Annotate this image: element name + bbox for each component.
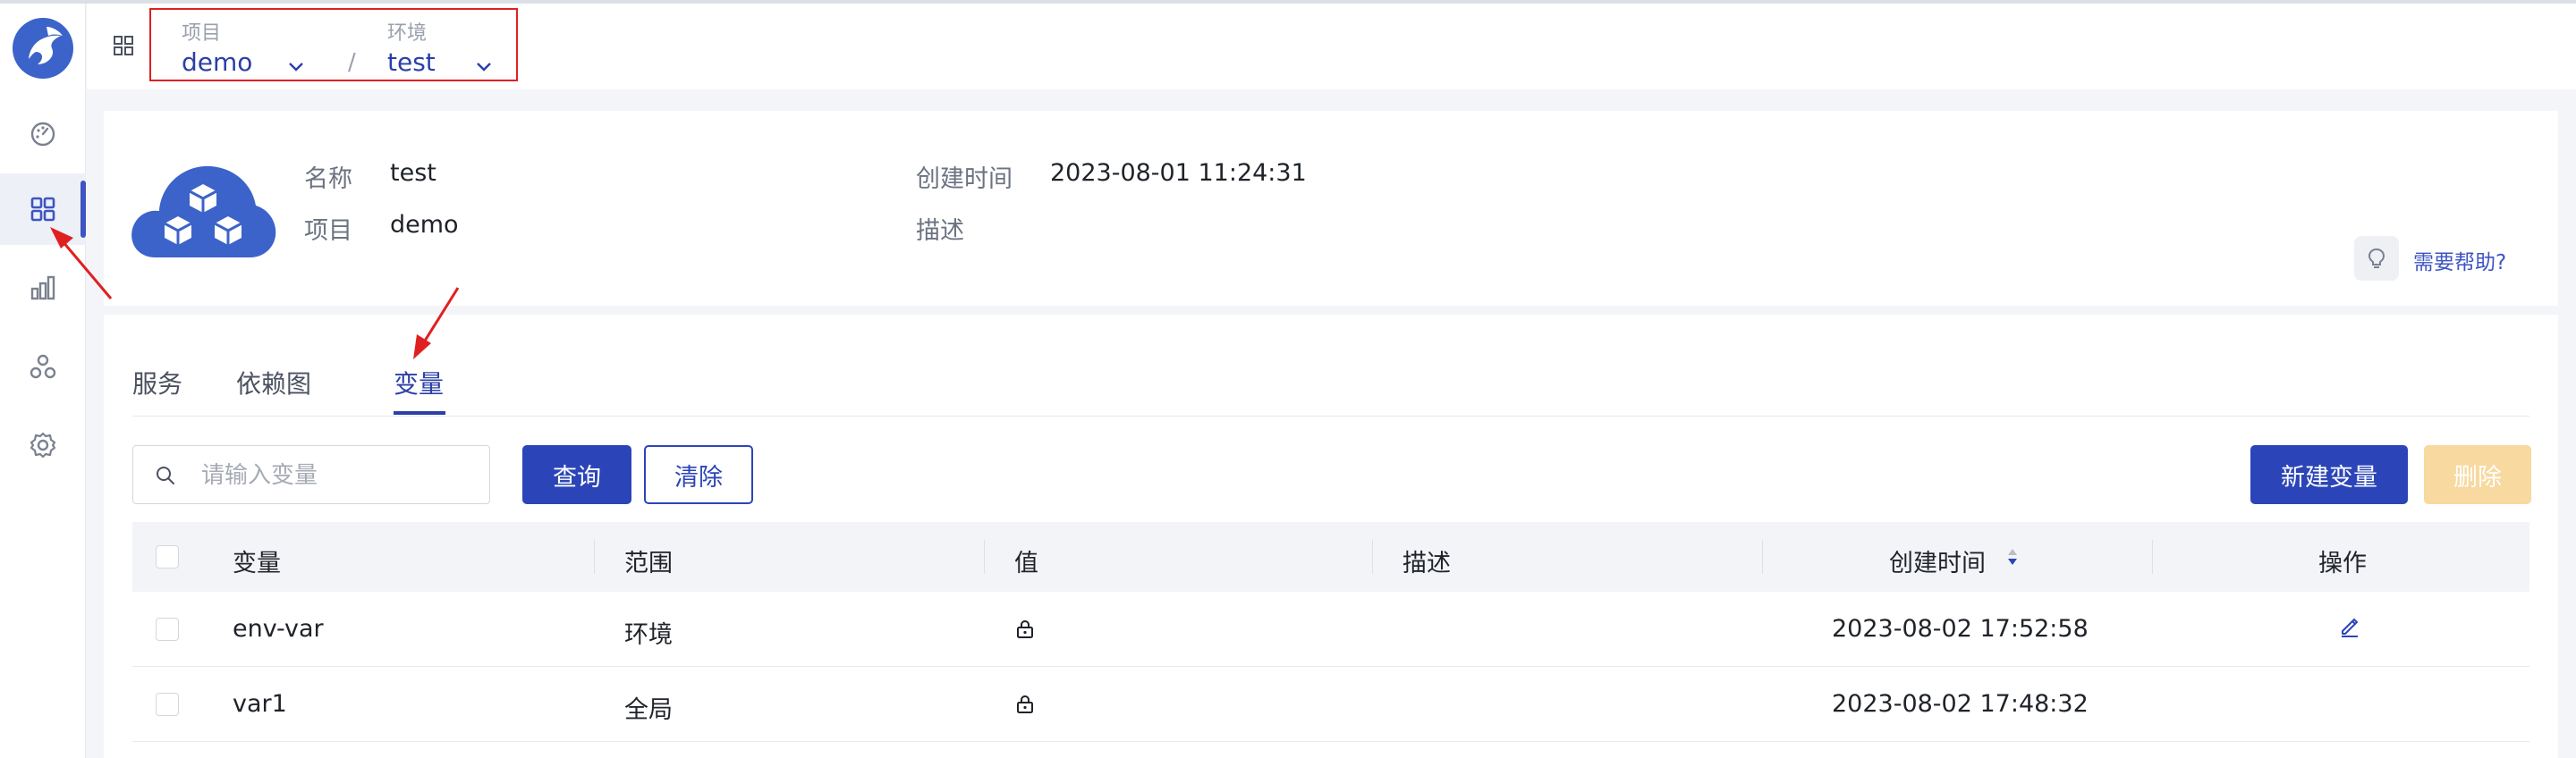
description-label: 描述 — [916, 217, 964, 245]
sidebar-item-settings[interactable] — [0, 409, 86, 481]
cell-scope: 全局 — [624, 696, 673, 724]
cell-variable: env-var — [233, 615, 324, 643]
sort-icon[interactable] — [2005, 545, 2020, 568]
cell-variable: var1 — [233, 690, 287, 718]
variable-search-box — [132, 445, 490, 504]
env-selector-label: 环境 — [387, 22, 428, 45]
project-value: demo — [390, 211, 459, 239]
column-separator — [1372, 540, 1373, 574]
cell-scope: 环境 — [624, 621, 673, 649]
cell-created-time: 2023-08-02 17:48:32 — [1832, 690, 2089, 718]
table-row: var1 全局 2023-08-02 17:48:32 — [132, 667, 2529, 742]
column-header-variable: 变量 — [233, 550, 281, 577]
select-all-checkbox[interactable] — [156, 545, 179, 568]
help-button[interactable] — [2354, 236, 2399, 281]
sidebar-item-cluster[interactable] — [0, 331, 86, 402]
environment-info-card: 名称 test 项目 demo 创建时间 2023-08-01 11:24:31… — [104, 111, 2558, 306]
sidebar-item-apps[interactable] — [0, 173, 86, 245]
column-separator — [984, 540, 985, 574]
table-header: 变量 范围 值 描述 创建时间 操作 — [132, 522, 2529, 592]
delete-button[interactable]: 删除 — [2424, 445, 2531, 504]
tab-bar: 服务 依赖图 变量 — [132, 315, 2529, 417]
top-header: 项目 demo / 环境 test — [87, 4, 2576, 89]
cluster-icon — [30, 354, 56, 379]
selector-separator: / — [348, 49, 356, 76]
column-header-value: 值 — [1014, 550, 1038, 577]
column-header-created-time[interactable]: 创建时间 — [1889, 543, 1986, 578]
sidebar-item-stats[interactable] — [0, 252, 86, 324]
main-content-card: 服务 依赖图 变量 查询 清除 新建变量 删除 变量 范围 值 描述 创建 — [104, 315, 2558, 758]
gear-icon — [30, 432, 56, 459]
column-header-description: 描述 — [1402, 550, 1451, 577]
apps-grid-icon — [30, 197, 55, 222]
help-link[interactable]: 需要帮助? — [2413, 245, 2506, 275]
cell-created-time: 2023-08-02 17:52:58 — [1832, 615, 2089, 643]
sidebar-item-dashboard[interactable] — [0, 98, 86, 170]
query-button[interactable]: 查询 — [522, 445, 631, 504]
name-value: test — [390, 159, 436, 187]
lock-icon — [1017, 695, 1033, 713]
row-checkbox[interactable] — [156, 618, 179, 641]
column-header-actions: 操作 — [2318, 550, 2367, 577]
cloud-cubes-icon — [131, 165, 276, 257]
column-header-scope: 范围 — [624, 550, 673, 577]
lock-icon — [1017, 619, 1033, 638]
table-row: env-var 环境 2023-08-02 17:52:58 — [132, 592, 2529, 667]
bar-chart-icon — [30, 275, 55, 300]
created-time-label: 创建时间 — [916, 165, 1013, 193]
tab-services[interactable]: 服务 — [132, 365, 182, 400]
created-time-value: 2023-08-01 11:24:31 — [1050, 159, 1307, 187]
name-label: 名称 — [304, 165, 352, 193]
column-separator — [1762, 540, 1763, 574]
sidebar — [0, 4, 86, 758]
clear-button[interactable]: 清除 — [644, 445, 753, 504]
row-checkbox[interactable] — [156, 693, 179, 716]
edit-icon[interactable] — [2338, 615, 2361, 638]
new-variable-button[interactable]: 新建变量 — [2250, 445, 2408, 504]
app-logo[interactable] — [11, 16, 75, 80]
project-label: 项目 — [304, 217, 352, 245]
chevron-down-icon — [289, 63, 303, 72]
tab-dependency-graph[interactable]: 依赖图 — [236, 365, 311, 400]
env-selector-value: test — [387, 47, 436, 77]
dashboard-icon — [30, 122, 55, 147]
tab-variables[interactable]: 变量 — [394, 365, 444, 400]
column-separator — [594, 540, 595, 574]
project-env-selector: 项目 demo / 环境 test — [149, 8, 518, 81]
column-separator — [2152, 540, 2153, 574]
chevron-down-icon — [477, 63, 491, 72]
app-root: 项目 demo / 环境 test 名称 test 项目 demo 创建时间 2… — [0, 0, 2576, 758]
variable-search-input[interactable] — [201, 459, 470, 493]
active-tab-indicator — [394, 411, 445, 415]
apps-menu-icon[interactable] — [112, 34, 135, 57]
project-selector-value: demo — [182, 47, 253, 77]
project-selector-label: 项目 — [182, 22, 222, 45]
search-icon — [157, 467, 174, 484]
lightbulb-icon — [2368, 248, 2385, 268]
